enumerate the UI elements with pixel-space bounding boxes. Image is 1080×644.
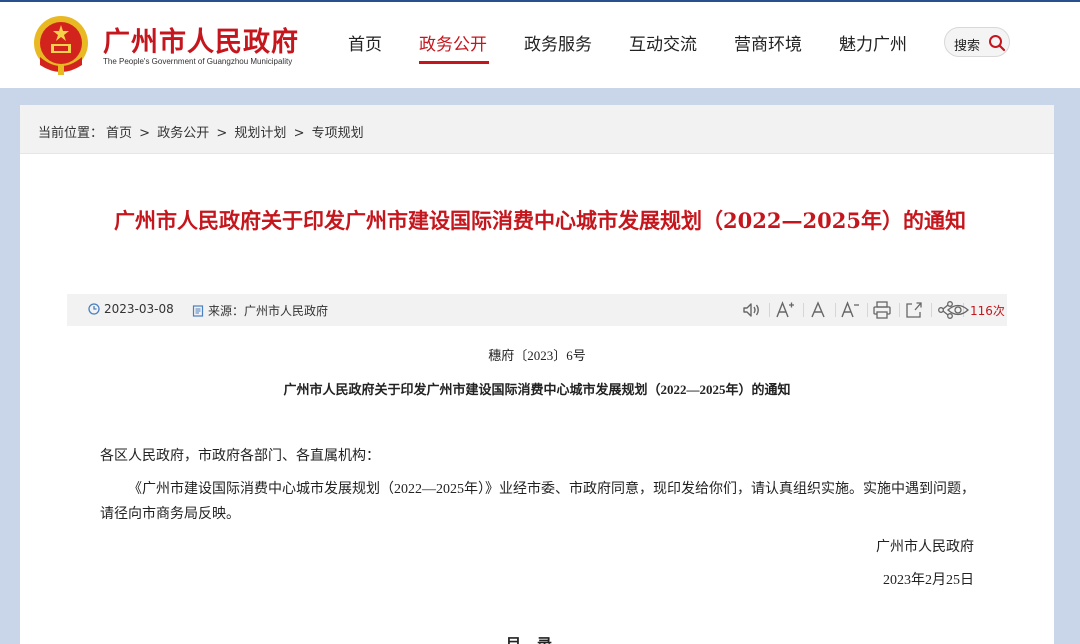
site-subtitle: The People's Government of Guangzhou Mun… [103, 57, 293, 66]
toolbar-divider [769, 303, 770, 317]
breadcrumb-prefix: 当前位置： [38, 126, 104, 141]
document-number: 穗府〔2023〕6号 [488, 348, 586, 363]
toolbar-divider [867, 303, 868, 317]
publish-date-value: 2023-03-08 [104, 302, 174, 316]
breadcrumb-plans[interactable]: 规划计划 [234, 126, 286, 141]
source-value: 来源：广州市人民政府 [208, 304, 329, 318]
nav-item-charm-guangzhou[interactable]: 魅力广州 [839, 30, 907, 55]
document-subtitle: 广州市人民政府关于印发广州市建设国际消费中心城市发展规划（2022—2025年）… [283, 382, 791, 397]
toolbar-divider [931, 303, 932, 317]
eye-icon [947, 304, 969, 316]
nav-active-underline [419, 61, 489, 64]
font-reset-icon[interactable] [807, 299, 829, 321]
table-of-contents-heading: 目录 [20, 633, 1054, 644]
nav-item-business-environment[interactable]: 营商环境 [734, 30, 802, 55]
breadcrumb: 当前位置： 首页 > 政务公开 > 规划计划 > 专项规划 [38, 122, 367, 141]
breadcrumb-special-plans[interactable]: 专项规划 [312, 126, 364, 141]
nav-item-interaction[interactable]: 互动交流 [629, 30, 697, 55]
toolbar-divider [803, 303, 804, 317]
share-out-icon[interactable] [903, 299, 925, 321]
signature-date: 2023年2月25日 [883, 573, 974, 588]
breadcrumb-separator: > [293, 126, 305, 141]
search-label: 搜索 [954, 39, 981, 54]
national-emblem-logo[interactable] [32, 13, 90, 77]
document-salutation: 各区人民政府，市政府各部门、各直属机构： [100, 449, 380, 464]
content-panel: 当前位置： 首页 > 政务公开 > 规划计划 > 专项规划 广州市人民政府关于印发… [20, 105, 1054, 644]
search-icon [989, 35, 1006, 52]
signature-organization: 广州市人民政府 [876, 540, 974, 555]
nav-item-gov-services[interactable]: 政务服务 [524, 30, 592, 55]
toolbar-divider [835, 303, 836, 317]
site-header: 广州市人民政府 The People's Government of Guang… [0, 2, 1080, 88]
publish-date: 2023-03-08 [88, 302, 174, 316]
nav-item-home[interactable]: 首页 [348, 30, 382, 55]
search-button[interactable]: 搜索 [944, 27, 1010, 57]
article-title: 广州市人民政府关于印发广州市建设国际消费中心城市发展规划（2022—2025年）… [114, 208, 966, 233]
font-decrease-icon[interactable] [839, 299, 861, 321]
clock-icon [88, 303, 100, 315]
article-source: 来源：广州市人民政府 [192, 302, 328, 319]
breadcrumb-separator: > [139, 126, 151, 141]
font-increase-icon[interactable] [774, 299, 796, 321]
breadcrumb-gov-affairs-open[interactable]: 政务公开 [157, 126, 209, 141]
document-paragraph: 《广州市建设国际消费中心城市发展规划（2022—2025年）》业经市委、市政府同… [100, 482, 975, 522]
site-title[interactable]: 广州市人民政府 [103, 20, 299, 59]
print-icon[interactable] [871, 299, 893, 321]
nav-item-gov-affairs-open[interactable]: 政务公开 [419, 30, 487, 55]
breadcrumb-bar: 当前位置： 首页 > 政务公开 > 规划计划 > 专项规划 [20, 105, 1054, 154]
speaker-icon[interactable] [740, 299, 762, 321]
breadcrumb-separator: > [216, 126, 228, 141]
document-icon [192, 305, 204, 317]
toolbar-divider [899, 303, 900, 317]
breadcrumb-home[interactable]: 首页 [106, 126, 132, 141]
article-meta-bar: 2023-03-08 来源：广州市人民政府 116次 [67, 294, 1007, 326]
view-count: 116次 [970, 304, 1005, 318]
